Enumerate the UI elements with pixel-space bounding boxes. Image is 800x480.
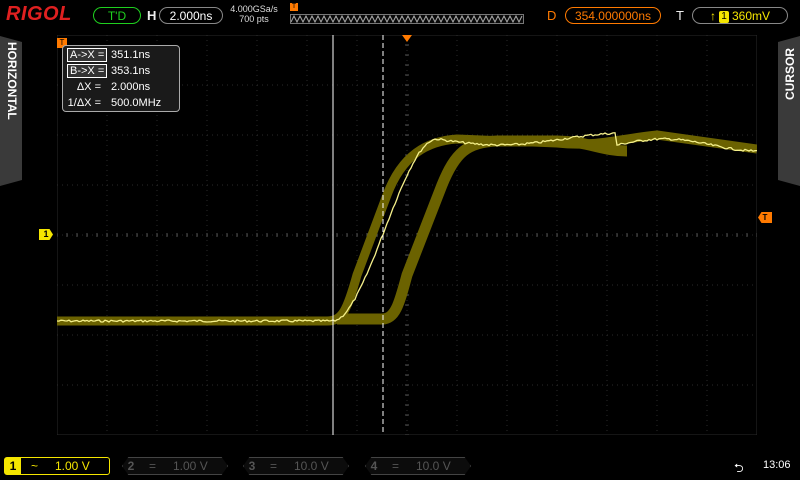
waveform-persistence-band-late bbox=[337, 135, 628, 325]
delta-x-value: 2.000ns bbox=[111, 81, 151, 93]
delta-x-row: ΔX = 2.000ns bbox=[67, 80, 150, 94]
rising-edge-icon: ↑ bbox=[709, 9, 716, 23]
channel-1-number: 1 bbox=[5, 458, 21, 474]
horizontal-menu-tab[interactable]: HORIZONTAL bbox=[0, 36, 22, 186]
cursor-a-row: A->X = 351.1ns bbox=[67, 48, 150, 62]
channel-1-scale: 1.00 V bbox=[55, 459, 90, 473]
dc-coupling-icon: = bbox=[392, 459, 400, 473]
cursor-readout-panel: A->X = 351.1ns B->X = 353.1ns ΔX = 2.000ns … bbox=[62, 45, 180, 112]
inverse-delta-x-label: 1/ΔX = bbox=[67, 97, 101, 109]
channel-4-scale: 10.0 V bbox=[416, 459, 451, 473]
memory-position-marker: T bbox=[290, 3, 298, 11]
channel-2-scale: 1.00 V bbox=[173, 459, 208, 473]
ac-coupling-icon: ~ bbox=[31, 459, 39, 473]
system-clock: 13:06 bbox=[763, 459, 791, 471]
horizontal-label: H bbox=[147, 8, 157, 23]
delay-label: D bbox=[547, 8, 557, 23]
channel-3-scale: 10.0 V bbox=[294, 459, 329, 473]
channel-2-status[interactable]: 2 = 1.00 V bbox=[122, 457, 228, 475]
trigger-position-arrow[interactable] bbox=[402, 35, 412, 42]
horizontal-tab-label: HORIZONTAL bbox=[5, 42, 19, 120]
memory-overview-strip bbox=[290, 14, 524, 24]
delta-x-label: ΔX = bbox=[76, 81, 101, 93]
timebase-readout[interactable]: 2.000ns bbox=[159, 7, 223, 24]
inverse-delta-x-row: 1/ΔX = 500.0MHz bbox=[67, 96, 161, 110]
memory-depth: 700 pts bbox=[239, 14, 269, 24]
usb-icon: ⮌ bbox=[734, 461, 744, 475]
trigger-source-badge: 1 bbox=[718, 10, 729, 23]
cursor-b-value: 353.1ns bbox=[111, 65, 151, 77]
cursor-a-value: 351.1ns bbox=[111, 49, 151, 61]
trigger-settings-readout[interactable]: ↑ 1 360mV bbox=[692, 7, 788, 24]
inverse-delta-x-value: 500.0MHz bbox=[111, 97, 162, 109]
brand-logo: RIGOL bbox=[6, 3, 72, 25]
channel-1-offset-marker[interactable]: 1 bbox=[39, 229, 53, 240]
dc-coupling-icon: = bbox=[270, 459, 278, 473]
trigger-level-value: 360mV bbox=[731, 9, 771, 23]
sample-rate: 4.000GSa/s bbox=[230, 4, 278, 14]
channel-3-status[interactable]: 3 = 10.0 V bbox=[243, 457, 349, 475]
cursor-menu-tab[interactable]: CURSOR bbox=[778, 36, 800, 186]
sample-rate-readout: 4.000GSa/s 700 pts bbox=[228, 4, 280, 24]
trigger-label: T bbox=[676, 8, 684, 23]
horizontal-delay-readout[interactable]: 354.000000ns bbox=[565, 7, 661, 24]
trigger-level-marker[interactable]: T bbox=[758, 212, 772, 223]
cursor-b-row: B->X = 353.1ns bbox=[67, 64, 150, 78]
cursor-tab-label: CURSOR bbox=[783, 48, 797, 101]
channel-1-status[interactable]: 1 ~ 1.00 V bbox=[4, 457, 110, 475]
cursor-a-label: A->X = bbox=[67, 48, 108, 62]
channel-4-status[interactable]: 4 = 10.0 V bbox=[365, 457, 471, 475]
cursor-b-label: B->X = bbox=[67, 64, 108, 78]
trigger-status-badge[interactable]: T'D bbox=[93, 7, 141, 24]
dc-coupling-icon: = bbox=[149, 459, 157, 473]
